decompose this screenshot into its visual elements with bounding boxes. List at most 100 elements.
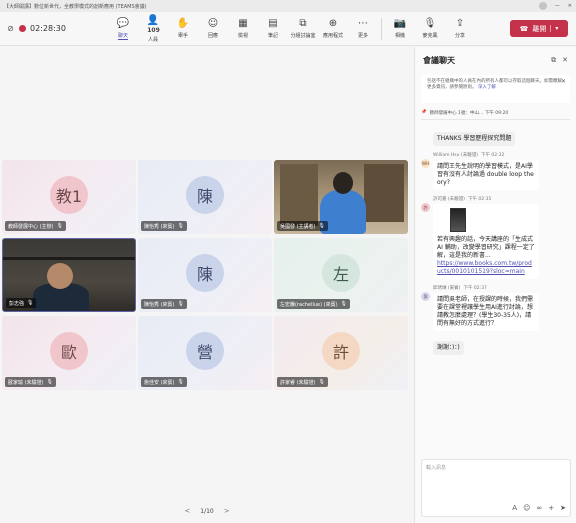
media-button[interactable]: 🎙 麥克風 bbox=[415, 14, 445, 44]
teams-meeting-window: 【大師開講】數位新世代，全教學模式的創新應用 (TEAMS會議) — ✕ ⊘ 0… bbox=[0, 0, 576, 523]
attach-icon[interactable]: ∞ bbox=[536, 504, 542, 512]
leave-label: 離開 bbox=[532, 24, 547, 33]
phone-icon: ☎ bbox=[519, 24, 529, 33]
message-bubble: THANKS 學習歷程探究問題 bbox=[433, 132, 516, 146]
mic-off-icon: 🎙 bbox=[27, 300, 34, 306]
chat-notice: 包括不在組織中的人員在內的所有人都可以存取這個聊天。如需瞭解更多資訊，請參閱原則… bbox=[421, 75, 570, 103]
toolbar-button[interactable]: ✋ 舉手 bbox=[168, 14, 198, 44]
next-page-icon[interactable]: > bbox=[224, 507, 230, 515]
toolbar-label: 更多 bbox=[357, 33, 368, 39]
message-body: William Hsu (未驗證) 下午 02:32 請問王先生說明的學習模式，是A… bbox=[433, 149, 569, 190]
message-link[interactable]: https://www.books.com.tw/products/001010… bbox=[437, 260, 532, 275]
toolbar-button[interactable]: ⋯ 更多 bbox=[348, 14, 378, 44]
toolbar-divider bbox=[381, 17, 382, 40]
chat-message[interactable]: WH William Hsu (未驗證) 下午 02:32 請問王先生說明的學習模式，… bbox=[421, 149, 569, 190]
participant-name-tag: 彭志強 🎙 bbox=[6, 298, 37, 308]
message-bubble: 請問吳老師，在授課的時候，我們需要在課堂裡讓學生用AI進行討論，想請教怎麼處理？… bbox=[433, 293, 539, 331]
sender-name: William Hsu (未驗證) bbox=[433, 153, 478, 158]
speaker-head bbox=[47, 263, 73, 289]
mic-off-icon: 🎙 bbox=[340, 301, 347, 307]
participant-tile[interactable]: 吳國發 (主講者) 🎙 bbox=[274, 160, 408, 234]
send-icon[interactable]: ➤ bbox=[560, 504, 566, 512]
toolbar-button[interactable]: ⊕ 應用程式 bbox=[318, 14, 348, 44]
participant-name-tag: 歐家瑜 (未驗證) 🎙 bbox=[5, 377, 56, 387]
media-button[interactable]: 📷 相機 bbox=[385, 14, 415, 44]
chat-message[interactable]: 謝謝：)：) bbox=[421, 334, 569, 355]
shield-icon[interactable]: ⊘ bbox=[6, 24, 15, 33]
toolbar-button[interactable]: 👤 109 人員 bbox=[138, 14, 168, 44]
participant-tile[interactable]: 陳陳怡秀 (來賓) 🎙 bbox=[138, 238, 272, 312]
participant-tile[interactable]: 左左宏騰(rachellue) (來賓) 🎙 bbox=[274, 238, 408, 312]
toolbar-icon: ⋯ bbox=[358, 18, 368, 29]
participant-tile[interactable]: 許許家睿 (未驗證) 🎙 bbox=[274, 316, 408, 390]
pinned-message[interactable]: 📌 教師發展中心 1號：中山… 下午 09:20 bbox=[421, 106, 570, 120]
close-icon[interactable]: ✕ bbox=[568, 3, 572, 9]
message-body: THANKS 學習歷程探究問題 bbox=[433, 125, 569, 146]
chat-message[interactable]: 邱邱琇琳 (來賓) 下午 02:37 請問吳老師，在授課的時候，我們需要在課堂裡讓學… bbox=[421, 282, 569, 331]
sender-avatar bbox=[421, 344, 430, 353]
dismiss-notice-icon[interactable]: ✕ bbox=[561, 79, 566, 85]
learn-more-link[interactable]: 深入了解 bbox=[478, 85, 496, 90]
add-icon[interactable]: + bbox=[548, 504, 554, 512]
popout-icon[interactable]: ⧉ bbox=[551, 56, 556, 65]
toolbar-button[interactable]: ☺ 回應 bbox=[198, 14, 228, 44]
participant-avatar: 歐 bbox=[50, 332, 88, 370]
media-button[interactable]: ⇪ 分享 bbox=[445, 14, 475, 44]
format-icon[interactable]: A bbox=[512, 504, 517, 512]
media-label: 分享 bbox=[454, 33, 465, 39]
toolbar-icon: ⧉ bbox=[299, 18, 307, 29]
minimize-icon[interactable]: — bbox=[555, 3, 560, 9]
toolbar-button[interactable]: 💬 聊天 bbox=[108, 14, 138, 44]
media-controls: 📷 相機 🎙 麥克風 ⇪ 分享 bbox=[385, 14, 475, 44]
chat-message[interactable]: THANKS 學習歷程探究問題 bbox=[421, 125, 569, 146]
toolbar-icon: ☺ bbox=[207, 18, 219, 29]
participant-tile[interactable]: 彭志強 🎙 bbox=[2, 238, 136, 312]
close-chat-icon[interactable]: ✕ bbox=[562, 56, 568, 64]
chevron-down-icon[interactable]: ▾ bbox=[550, 25, 558, 32]
message-list[interactable]: THANKS 學習歷程探究問題 WH William Hsu (未驗證) 下午 02:… bbox=[415, 123, 576, 491]
pin-icon: 📌 bbox=[421, 110, 427, 115]
participant-name-tag: 吳國發 (主講者) 🎙 bbox=[277, 221, 328, 231]
pinned-text: 教師發展中心 1號：中山… 下午 09:20 bbox=[429, 110, 509, 116]
bookshelf bbox=[364, 164, 404, 222]
compose-placeholder: 輸入訊息 bbox=[426, 465, 447, 471]
toolbar-button[interactable]: ▤ 筆記 bbox=[258, 14, 288, 44]
sender-name: 許可嘉 (未驗證) bbox=[433, 197, 465, 202]
toolbar-icon: 💬 bbox=[116, 17, 130, 29]
account-avatar[interactable] bbox=[538, 2, 547, 10]
toolbar-icon: ▦ bbox=[238, 18, 248, 29]
participant-avatar: 許 bbox=[322, 332, 360, 370]
chat-message[interactable]: 許許可嘉 (未驗證) 下午 02:35 若有興趣的話，今天講座的「生成式 AI 輔助… bbox=[421, 193, 569, 279]
chat-title: 會議聊天 bbox=[423, 55, 455, 65]
message-bubble: 謝謝：)：) bbox=[433, 341, 464, 355]
message-meta: William Hsu (未驗證) 下午 02:32 bbox=[433, 152, 569, 158]
book-cover bbox=[450, 208, 466, 232]
participant-tile[interactable]: 陳陳怡秀 (來賓) 🎙 bbox=[138, 160, 272, 234]
emoji-icon[interactable]: ☺ bbox=[523, 504, 530, 512]
participant-tile[interactable]: 歐歐家瑜 (未驗證) 🎙 bbox=[2, 316, 136, 390]
toolbar-button[interactable]: ⧉ 分組討論室 bbox=[288, 14, 318, 44]
sender-avatar: WH bbox=[421, 159, 430, 168]
book-image[interactable] bbox=[437, 207, 479, 233]
participant-name: 歐家瑜 (未驗證) bbox=[8, 379, 44, 386]
media-label: 相機 bbox=[394, 33, 405, 39]
sender-avatar: 邱 bbox=[421, 292, 430, 301]
message-meta: 許可嘉 (未驗證) 下午 02:35 bbox=[433, 196, 569, 202]
message-body: 謝謝：)：) bbox=[433, 334, 569, 355]
participant-name-tag: 詹佳安 (來賓) 🎙 bbox=[141, 377, 187, 387]
toolbar-label: 檢視 bbox=[237, 33, 248, 39]
toolbar-button[interactable]: ▦ 檢視 bbox=[228, 14, 258, 44]
toolbar-label: 聊天 bbox=[117, 32, 128, 40]
leave-button[interactable]: ☎ 離開 ▾ bbox=[510, 20, 568, 37]
participant-tile[interactable]: 教1 教師發展中心 (主辦) 🎙 bbox=[2, 160, 136, 234]
participant-tile[interactable]: 營詹佳安 (來賓) 🎙 bbox=[138, 316, 272, 390]
toolbar-label: 應用程式 bbox=[322, 33, 343, 39]
mic-off-icon: 🎙 bbox=[318, 379, 325, 385]
previous-page-icon[interactable]: < bbox=[184, 507, 190, 515]
compose-box[interactable]: 輸入訊息 A ☺ ∞ + ➤ bbox=[421, 459, 571, 517]
mic-off-icon: 🎙 bbox=[177, 223, 184, 229]
message-text: 若有興趣的話，今天講座的「生成式 AI 輔助，改變學習研究」課程一定了解，這是我… bbox=[437, 236, 535, 259]
toolbar-icon: ▤ bbox=[268, 18, 278, 29]
mic-off-icon: 🎙 bbox=[318, 223, 325, 229]
message-body: 邱琇琳 (來賓) 下午 02:37 請問吳老師，在授課的時候，我們需要在課堂裡讓學生… bbox=[433, 282, 569, 331]
